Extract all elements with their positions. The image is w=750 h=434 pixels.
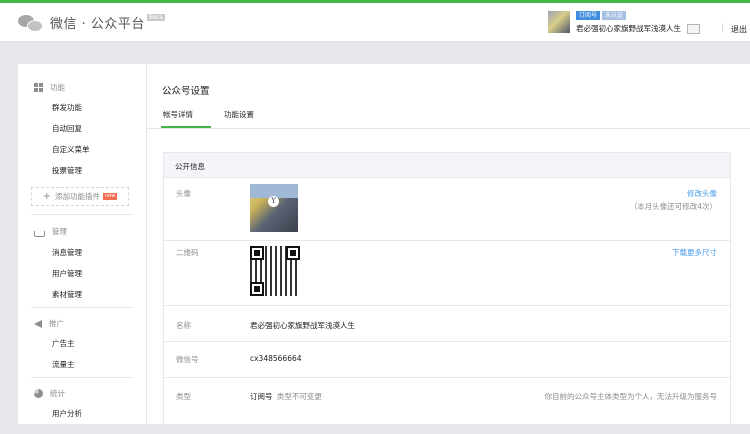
account-avatar[interactable] [548,11,570,33]
sidebar-section-features: 功能 [34,82,65,93]
public-info-card: 公开信息 头像 Y 修改头像 （本月头像还可修改4次） 二维码 下载更多尺寸 名… [163,152,731,434]
upgrade-note: 你目前的公众号主体类型为个人，无法升级为服务号 [544,392,718,401]
row-divider [164,377,730,378]
account-name-value: 君必强初心家旗野战军浅漠人生 [250,321,355,330]
type-label: 类型 [176,392,191,401]
page-title: 公众号设置 [162,86,210,97]
sidebar-item-advertiser[interactable]: 广告主 [52,338,75,349]
sidebar-item-messages[interactable]: 消息管理 [52,247,82,258]
sidebar-divider [31,214,133,215]
sidebar-divider [31,377,133,378]
download-qrcode-link[interactable]: 下载更多尺寸 [672,247,717,258]
sidebar-item-custom-menu[interactable]: 自定义菜单 [52,144,90,155]
logout-link[interactable]: 退出 [731,24,747,35]
header-divider [722,23,723,33]
platform-logo[interactable]: 微信 · 公众平台 Beta [18,13,165,32]
qrcode-label: 二维码 [176,248,199,257]
section-title: 推广 [49,319,64,328]
avatar-change-note: （本月头像还可修改4次） [629,202,717,211]
pie-chart-icon [34,389,43,398]
card-header: 公开信息 [164,153,730,178]
change-avatar-link[interactable]: 修改头像 [687,188,717,199]
tab-account-details[interactable]: 帐号详情 [163,109,193,120]
new-badge: new [103,193,118,200]
sidebar-item-materials[interactable]: 素材管理 [52,289,82,300]
wechat-id-label: 微信号 [176,355,199,364]
sidebar-item-auto-reply[interactable]: 自动回复 [52,123,82,134]
inbox-icon [34,230,45,237]
type-value: 订阅号 类型不可变更 [250,391,322,402]
main-panel: 公众号设置 帐号详情 功能设置 公开信息 头像 Y 修改头像 （本月头像还可修改… [146,64,750,434]
account-name[interactable]: 君必强初心家旗野战军浅漠人生 [576,23,681,34]
qrcode-image [250,246,300,296]
beta-badge: Beta [146,14,165,21]
account-panel[interactable]: 订阅号 未认证 君必强初心家旗野战军浅漠人生 [548,11,700,34]
section-title: 管理 [52,227,67,236]
wechat-id-value: cx348566664 [250,354,302,363]
grid-icon [34,83,43,92]
account-type-value: 订阅号 [250,392,273,401]
sidebar-section-promotion: 推广 [34,318,64,329]
section-title: 功能 [50,83,65,92]
account-type-badge: 订阅号 [576,11,601,20]
sidebar-item-users[interactable]: 用户管理 [52,268,82,279]
tab-bar: 帐号详情 功能设置 [147,102,750,129]
active-tab-indicator [161,126,211,128]
avatar-label: 头像 [176,189,191,198]
add-plugin-label: 添加功能插件 [55,192,101,201]
row-divider [164,305,730,306]
sidebar-item-vote[interactable]: 投票管理 [52,165,82,176]
sidebar-section-manage: 管理 [34,226,67,237]
megaphone-icon [34,319,42,328]
logo-text: 微信 · 公众平台 [50,17,145,32]
mail-icon[interactable] [687,23,700,34]
row-divider [164,240,730,241]
top-header: 微信 · 公众平台 Beta 订阅号 未认证 君必强初心家旗野战军浅漠人生 退出 [0,3,750,42]
verification-status-badge: 未认证 [602,11,627,20]
card-title: 公开信息 [175,162,205,171]
sidebar-section-statistics: 统计 [34,388,65,399]
add-plugin-button[interactable]: + 添加功能插件 new [31,187,129,206]
plus-icon: + [42,190,52,202]
row-divider [164,341,730,342]
account-avatar-large: Y [250,184,298,232]
type-unchangeable-note: 类型不可变更 [276,392,322,401]
wechat-logo-icon [18,14,44,32]
tab-feature-settings[interactable]: 功能设置 [224,109,254,120]
sidebar-divider [31,307,133,308]
name-label: 名称 [176,321,191,330]
sidebar-item-mass-send[interactable]: 群发功能 [52,102,82,113]
sidebar-item-publisher[interactable]: 流量主 [52,359,75,370]
sidebar: 功能 群发功能 自动回复 自定义菜单 投票管理 + 添加功能插件 new 管理 … [18,64,146,424]
avatar-emblem: Y [268,196,279,207]
section-title: 统计 [50,389,65,398]
